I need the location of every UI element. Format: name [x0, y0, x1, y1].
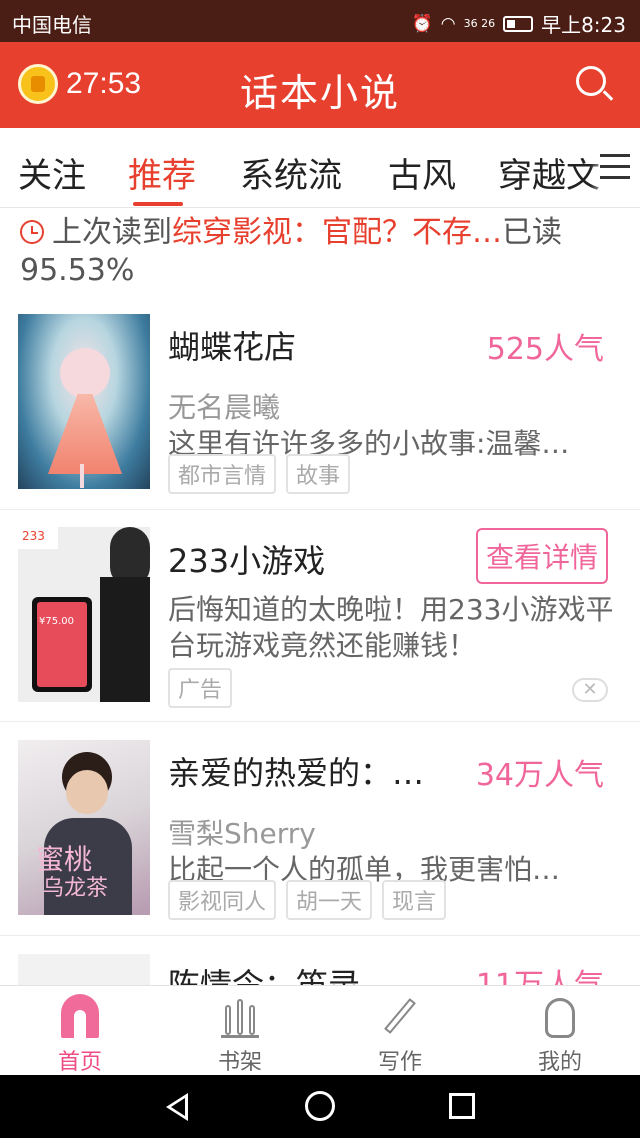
- nav-bookshelf[interactable]: 书架: [160, 994, 320, 1076]
- status-bar: 中国电信 ⏰ ◠ 36 26 早上8:23: [0, 0, 640, 42]
- book-popularity: 11万人气: [476, 960, 604, 985]
- app-header: 27:53 话本小说: [0, 42, 640, 128]
- alarm-status-icon: ⏰: [411, 13, 433, 34]
- tab-recommend[interactable]: 推荐: [128, 148, 196, 197]
- book-tag[interactable]: 故事: [286, 454, 351, 494]
- book-item[interactable]: 蝴蝶花店 525人气 无名晨曦 这里有许许多多的小故事:温馨… 都市言情 故事: [0, 314, 640, 510]
- nav-profile-label: 我的: [537, 1050, 582, 1075]
- book-title: 亲爱的热爱的：…: [168, 754, 425, 792]
- wifi-icon: ◠: [440, 13, 456, 34]
- nav-home-label: 首页: [57, 1050, 102, 1075]
- book-item[interactable]: 陈情令：笛录 11万人气: [0, 936, 640, 985]
- nav-write-label: 写作: [377, 1050, 422, 1075]
- book-tag[interactable]: 胡一天: [286, 880, 373, 920]
- app-title: 话本小说: [239, 71, 400, 115]
- book-popularity: 525人气: [486, 332, 604, 367]
- tab-ancient[interactable]: 古风: [388, 148, 456, 197]
- signal-icon: 36 26: [463, 17, 496, 30]
- ad-tags: 广告: [168, 668, 233, 708]
- nav-bookshelf-label: 书架: [217, 1050, 262, 1075]
- book-tags: 都市言情 故事: [168, 454, 351, 494]
- book-cover: 蜜桃 乌龙茶: [18, 740, 150, 915]
- tab-system[interactable]: 系统流: [240, 148, 342, 197]
- ad-cover-amount: ¥75.00: [39, 616, 74, 627]
- ad-item[interactable]: 233 ¥75.00 233小游戏 查看详情 后悔知道的太晚啦！用233小游戏平…: [0, 510, 640, 722]
- nav-write[interactable]: 写作: [320, 994, 480, 1076]
- book-author: 无名晨曦: [168, 391, 281, 424]
- bookshelf-icon: [221, 999, 259, 1038]
- ad-tag: 广告: [168, 668, 233, 708]
- book-title: 陈情令：笛录: [168, 966, 361, 985]
- book-popularity: 34万人气: [475, 758, 604, 793]
- nav-profile[interactable]: 我的: [480, 994, 640, 1076]
- search-button[interactable]: [574, 64, 616, 106]
- tab-follow[interactable]: 关注: [18, 148, 86, 197]
- last-read-banner[interactable]: 上次读到综穿影视：官配？不存…已读95.53%: [20, 214, 620, 290]
- book-cover: [18, 954, 150, 985]
- book-tag[interactable]: 现言: [382, 880, 447, 920]
- book-tag[interactable]: 都市言情: [168, 454, 277, 494]
- menu-icon[interactable]: [600, 154, 630, 180]
- active-tab-indicator: [133, 202, 183, 206]
- profile-icon: [545, 998, 575, 1038]
- book-title: 蝴蝶花店: [168, 328, 297, 366]
- ad-title: 233小游戏: [168, 542, 326, 580]
- home-circle-icon[interactable]: [305, 1091, 335, 1121]
- recent-apps-icon[interactable]: [449, 1093, 475, 1119]
- book-cover: [18, 314, 150, 489]
- carrier-label: 中国电信: [12, 13, 92, 37]
- ad-cover-logo: 233: [22, 529, 45, 543]
- back-icon[interactable]: [166, 1093, 188, 1121]
- ad-description: 后悔知道的太晚啦！用233小游戏平台玩游戏竟然还能赚钱！: [168, 593, 614, 662]
- tab-time-travel[interactable]: 穿越文: [498, 148, 600, 197]
- search-icon: [576, 66, 606, 96]
- search-icon-handle: [602, 90, 614, 101]
- book-author: 雪梨Sherry: [168, 817, 316, 850]
- system-navigation-bar: [0, 1075, 640, 1138]
- home-icon: [61, 994, 99, 1038]
- cover-text-2: 乌龙茶: [42, 876, 109, 901]
- book-item[interactable]: 蜜桃 乌龙茶 亲爱的热爱的：… 34万人气 雪梨Sherry 比起一个人的孤单，…: [0, 722, 640, 936]
- last-read-title: 综穿影视：官配？不存…: [172, 215, 502, 250]
- book-tags: 影视同人 胡一天 现言: [168, 880, 447, 920]
- bottom-navigation: 首页 书架 写作 我的: [0, 985, 640, 1075]
- category-tabs: 关注 推荐 系统流 古风 穿越文: [0, 128, 640, 208]
- close-ad-icon[interactable]: ✕: [572, 678, 608, 702]
- nav-home[interactable]: 首页: [0, 994, 160, 1076]
- clock-time: 早上8:23: [541, 13, 626, 37]
- clock-icon: [20, 220, 44, 244]
- ad-image: 233 ¥75.00: [18, 527, 150, 702]
- battery-icon: [503, 15, 534, 32]
- last-read-prefix: 上次读到: [52, 215, 172, 250]
- pen-icon: [384, 998, 416, 1034]
- book-tag[interactable]: 影视同人: [168, 880, 277, 920]
- view-details-button[interactable]: 查看详情: [475, 528, 608, 584]
- status-icons: ⏰ ◠ 36 26 早上8:23: [412, 9, 626, 38]
